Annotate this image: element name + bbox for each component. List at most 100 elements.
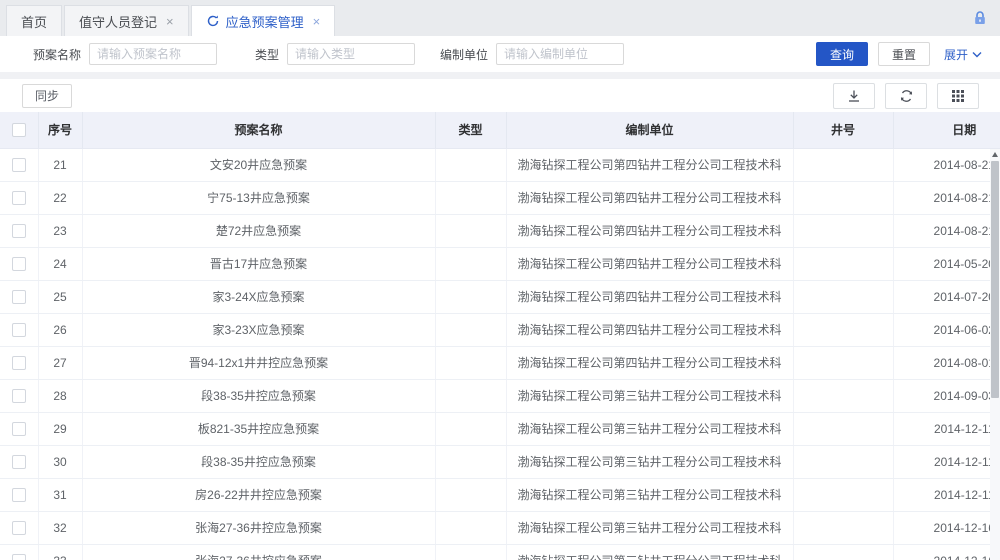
download-button[interactable]: [833, 83, 875, 109]
cell-compile-unit: 渤海钻探工程公司第四钻井工程分公司工程技术科: [506, 313, 793, 346]
cell-well-number: [793, 280, 893, 313]
cell-date: 2014-12-11: [893, 478, 1000, 511]
cell-type: [435, 478, 506, 511]
reset-button[interactable]: 重置: [878, 42, 930, 66]
column-header-seq: 序号: [38, 112, 82, 148]
cell-seq: 31: [38, 478, 82, 511]
cell-well-number: [793, 445, 893, 478]
cell-seq: 23: [38, 214, 82, 247]
cell-type: [435, 511, 506, 544]
cell-well-number: [793, 247, 893, 280]
column-header-name: 预案名称: [82, 112, 435, 148]
cell-date: 2014-07-20: [893, 280, 1000, 313]
table-row: 21 文安20井应急预案 渤海钻探工程公司第四钻井工程分公司工程技术科 2014…: [0, 148, 1000, 181]
cell-type: [435, 544, 506, 560]
row-checkbox[interactable]: [12, 224, 26, 238]
cell-date: 2014-12-16: [893, 544, 1000, 560]
cell-compile-unit: 渤海钻探工程公司第三钻井工程分公司工程技术科: [506, 412, 793, 445]
cell-plan-name: 宁75-13井应急预案: [82, 181, 435, 214]
refresh-button[interactable]: [885, 83, 927, 109]
query-button[interactable]: 查询: [816, 42, 868, 66]
refresh-icon: [206, 14, 220, 28]
plan-name-input[interactable]: [89, 43, 217, 65]
cell-seq: 22: [38, 181, 82, 214]
cell-seq: 24: [38, 247, 82, 280]
cell-seq: 26: [38, 313, 82, 346]
table-row: 30 段38-35井控应急预案 渤海钻探工程公司第三钻井工程分公司工程技术科 2…: [0, 445, 1000, 478]
row-checkbox[interactable]: [12, 389, 26, 403]
row-checkbox[interactable]: [12, 455, 26, 469]
cell-plan-name: 房26-22井井控应急预案: [82, 478, 435, 511]
cell-compile-unit: 渤海钻探工程公司第四钻井工程分公司工程技术科: [506, 346, 793, 379]
cell-type: [435, 379, 506, 412]
cell-type: [435, 181, 506, 214]
cell-plan-name: 家3-23X应急预案: [82, 313, 435, 346]
tab-duty-personnel[interactable]: 值守人员登记 ×: [64, 5, 189, 36]
cell-date: 2014-08-21: [893, 214, 1000, 247]
tab-duty-personnel-label: 值守人员登记: [79, 12, 157, 31]
table-row: 31 房26-22井井控应急预案 渤海钻探工程公司第三钻井工程分公司工程技术科 …: [0, 478, 1000, 511]
cell-plan-name: 晋94-12x1井井控应急预案: [82, 346, 435, 379]
cell-well-number: [793, 346, 893, 379]
cell-plan-name: 板821-35井控应急预案: [82, 412, 435, 445]
cell-compile-unit: 渤海钻探工程公司第三钻井工程分公司工程技术科: [506, 511, 793, 544]
column-header-unit: 编制单位: [506, 112, 793, 148]
table-row: 25 家3-24X应急预案 渤海钻探工程公司第四钻井工程分公司工程技术科 201…: [0, 280, 1000, 313]
row-checkbox[interactable]: [12, 290, 26, 304]
chevron-down-icon: [972, 51, 982, 58]
section-divider: [0, 72, 1000, 79]
refresh-icon: [899, 89, 914, 103]
column-header-type: 类型: [435, 112, 506, 148]
type-input[interactable]: [287, 43, 415, 65]
cell-plan-name: 段38-35井控应急预案: [82, 445, 435, 478]
tab-home[interactable]: 首页: [6, 5, 62, 36]
table-toolbar: 同步: [0, 79, 1000, 112]
cell-well-number: [793, 511, 893, 544]
cell-well-number: [793, 214, 893, 247]
cell-compile-unit: 渤海钻探工程公司第三钻井工程分公司工程技术科: [506, 478, 793, 511]
table-body: 21 文安20井应急预案 渤海钻探工程公司第四钻井工程分公司工程技术科 2014…: [0, 148, 1000, 560]
tab-emergency-plan-management[interactable]: 应急预案管理 ×: [191, 5, 336, 36]
compile-unit-input[interactable]: [496, 43, 624, 65]
cell-well-number: [793, 379, 893, 412]
lock-icon[interactable]: [972, 10, 988, 26]
row-checkbox[interactable]: [12, 257, 26, 271]
cell-plan-name: 张海27-36井控应急预案: [82, 511, 435, 544]
cell-type: [435, 346, 506, 379]
cell-date: 2014-08-21: [893, 181, 1000, 214]
close-icon[interactable]: ×: [166, 15, 174, 28]
cell-well-number: [793, 181, 893, 214]
row-checkbox[interactable]: [12, 323, 26, 337]
column-settings-button[interactable]: [937, 83, 979, 109]
table-row: 22 宁75-13井应急预案 渤海钻探工程公司第四钻井工程分公司工程技术科 20…: [0, 181, 1000, 214]
row-checkbox[interactable]: [12, 488, 26, 502]
cell-type: [435, 280, 506, 313]
row-checkbox[interactable]: [12, 191, 26, 205]
expand-toggle[interactable]: 展开: [944, 46, 982, 63]
row-checkbox[interactable]: [12, 158, 26, 172]
row-checkbox[interactable]: [12, 356, 26, 370]
plans-table: 序号 预案名称 类型 编制单位 井号 日期 21 文安20井应急预案 渤海钻探工…: [0, 112, 1000, 560]
select-all-checkbox[interactable]: [12, 123, 26, 137]
scroll-up-arrow-icon[interactable]: [990, 149, 1000, 160]
table-row: 23 楚72井应急预案 渤海钻探工程公司第四钻井工程分公司工程技术科 2014-…: [0, 214, 1000, 247]
cell-plan-name: 张海27-36井控应急预案: [82, 544, 435, 560]
app-window: 首页 值守人员登记 × 应急预案管理 × 预案名称 类型 编制单位 查询 重置 …: [0, 0, 1000, 560]
cell-seq: 25: [38, 280, 82, 313]
cell-well-number: [793, 544, 893, 560]
plan-name-label: 预案名称: [33, 46, 81, 63]
cell-compile-unit: 渤海钻探工程公司第三钻井工程分公司工程技术科: [506, 544, 793, 560]
table-row: 28 段38-35井控应急预案 渤海钻探工程公司第三钻井工程分公司工程技术科 2…: [0, 379, 1000, 412]
row-checkbox[interactable]: [12, 422, 26, 436]
row-checkbox[interactable]: [12, 554, 26, 560]
cell-type: [435, 247, 506, 280]
table-row: 27 晋94-12x1井井控应急预案 渤海钻探工程公司第四钻井工程分公司工程技术…: [0, 346, 1000, 379]
expand-label: 展开: [944, 46, 968, 63]
cell-seq: 27: [38, 346, 82, 379]
scrollbar-thumb[interactable]: [991, 161, 999, 398]
cell-plan-name: 段38-35井控应急预案: [82, 379, 435, 412]
close-icon[interactable]: ×: [313, 15, 321, 28]
row-checkbox[interactable]: [12, 521, 26, 535]
sync-button[interactable]: 同步: [22, 84, 72, 108]
table-container: 序号 预案名称 类型 编制单位 井号 日期 21 文安20井应急预案 渤海钻探工…: [0, 112, 1000, 560]
